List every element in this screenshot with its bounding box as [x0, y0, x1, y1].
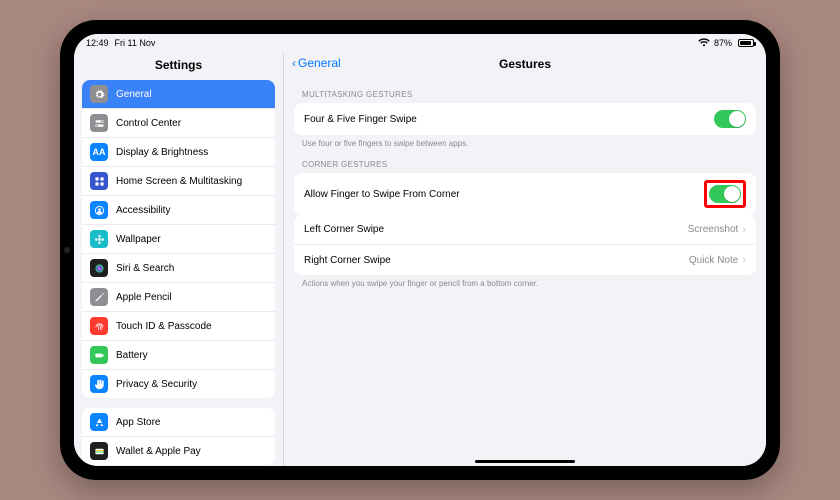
sidebar: Settings General Control Center AA Display …: [74, 52, 284, 466]
row-value: Quick Note›: [689, 254, 746, 266]
sidebar-item-label: Accessibility: [116, 205, 170, 216]
wifi-icon: [698, 38, 710, 49]
sidebar-item-pencil[interactable]: Apple Pencil: [82, 283, 275, 312]
battery-pct: 87%: [714, 38, 732, 48]
sidebar-item-label: Display & Brightness: [116, 147, 208, 158]
status-bar: 12:49 Fri 11 Nov 87%: [74, 34, 766, 52]
sidebar-item-display[interactable]: AA Display & Brightness: [82, 138, 275, 167]
screen: 12:49 Fri 11 Nov 87% Settings General Con…: [74, 34, 766, 466]
sidebar-item-appstore[interactable]: App Store: [82, 408, 275, 437]
detail-title: Gestures: [284, 57, 766, 71]
sidebar-item-label: Home Screen & Multitasking: [116, 176, 242, 187]
section-footer: Use four or five fingers to swipe betwee…: [284, 135, 766, 150]
detail-pane: ‹ General Gestures MULTITASKING GESTURES…: [284, 52, 766, 466]
appstore-icon: [90, 413, 108, 431]
finger-icon: [90, 317, 108, 335]
sidebar-item-siri[interactable]: Siri & Search: [82, 254, 275, 283]
sidebar-title: Settings: [74, 52, 283, 80]
sidebar-item-wallet[interactable]: Wallet & Apple Pay: [82, 437, 275, 465]
section-header: CORNER GESTURES: [284, 150, 766, 173]
row-left-corner[interactable]: Left Corner Swipe Screenshot›: [294, 215, 756, 245]
sidebar-item-battery[interactable]: Battery: [82, 341, 275, 370]
annotation-highlight: [704, 180, 746, 208]
row-allow-corner: Allow Finger to Swipe From Corner: [294, 173, 756, 215]
section-footer: Actions when you swipe your finger or pe…: [284, 275, 766, 290]
sidebar-item-label: Apple Pencil: [116, 292, 172, 303]
row-label: Left Corner Swipe: [304, 224, 384, 235]
flower-icon: [90, 230, 108, 248]
ipad-frame: 12:49 Fri 11 Nov 87% Settings General Con…: [60, 20, 780, 480]
batt-icon: [90, 346, 108, 364]
chevron-right-icon: ›: [742, 254, 746, 266]
sidebar-item-label: App Store: [116, 417, 160, 428]
row-four-five-swipe: Four & Five Finger Swipe: [294, 103, 756, 135]
row-value: Screenshot›: [688, 224, 746, 236]
wallet-icon: [90, 442, 108, 460]
sidebar-item-general[interactable]: General: [82, 80, 275, 109]
sidebar-item-home[interactable]: Home Screen & Multitasking: [82, 167, 275, 196]
siri-icon: [90, 259, 108, 277]
sidebar-item-label: Wallpaper: [116, 234, 161, 245]
chevron-right-icon: ›: [742, 224, 746, 236]
camera-dot: [64, 247, 70, 253]
sidebar-item-wallpaper[interactable]: Wallpaper: [82, 225, 275, 254]
toggle-allow-corner[interactable]: [709, 185, 741, 203]
sidebar-item-accessibility[interactable]: Accessibility: [82, 196, 275, 225]
home-indicator: [475, 460, 575, 463]
sidebar-item-label: Touch ID & Passcode: [116, 321, 212, 332]
sidebar-item-privacy[interactable]: Privacy & Security: [82, 370, 275, 398]
battery-icon: [738, 39, 754, 47]
pencil-icon: [90, 288, 108, 306]
sidebar-item-label: Control Center: [116, 118, 181, 129]
gear-icon: [90, 85, 108, 103]
status-time: 12:49: [86, 38, 109, 48]
AA-icon: AA: [90, 143, 108, 161]
section-header: MULTITASKING GESTURES: [284, 80, 766, 103]
grid-icon: [90, 172, 108, 190]
status-date: Fri 11 Nov: [115, 38, 156, 48]
sidebar-item-label: Siri & Search: [116, 263, 174, 274]
switches-icon: [90, 114, 108, 132]
person-icon: [90, 201, 108, 219]
row-right-corner[interactable]: Right Corner Swipe Quick Note›: [294, 245, 756, 275]
sidebar-item-label: Battery: [116, 350, 148, 361]
hand-icon: [90, 375, 108, 393]
row-label: Right Corner Swipe: [304, 255, 391, 266]
sidebar-item-label: Wallet & Apple Pay: [116, 446, 201, 457]
sidebar-item-touchid[interactable]: Touch ID & Passcode: [82, 312, 275, 341]
sidebar-item-label: General: [116, 89, 152, 100]
nav-bar: ‹ General Gestures: [284, 52, 766, 80]
toggle-four-five-swipe[interactable]: [714, 110, 746, 128]
sidebar-item-control-center[interactable]: Control Center: [82, 109, 275, 138]
sidebar-item-label: Privacy & Security: [116, 379, 197, 390]
row-label: Four & Five Finger Swipe: [304, 114, 417, 125]
row-label: Allow Finger to Swipe From Corner: [304, 189, 460, 200]
